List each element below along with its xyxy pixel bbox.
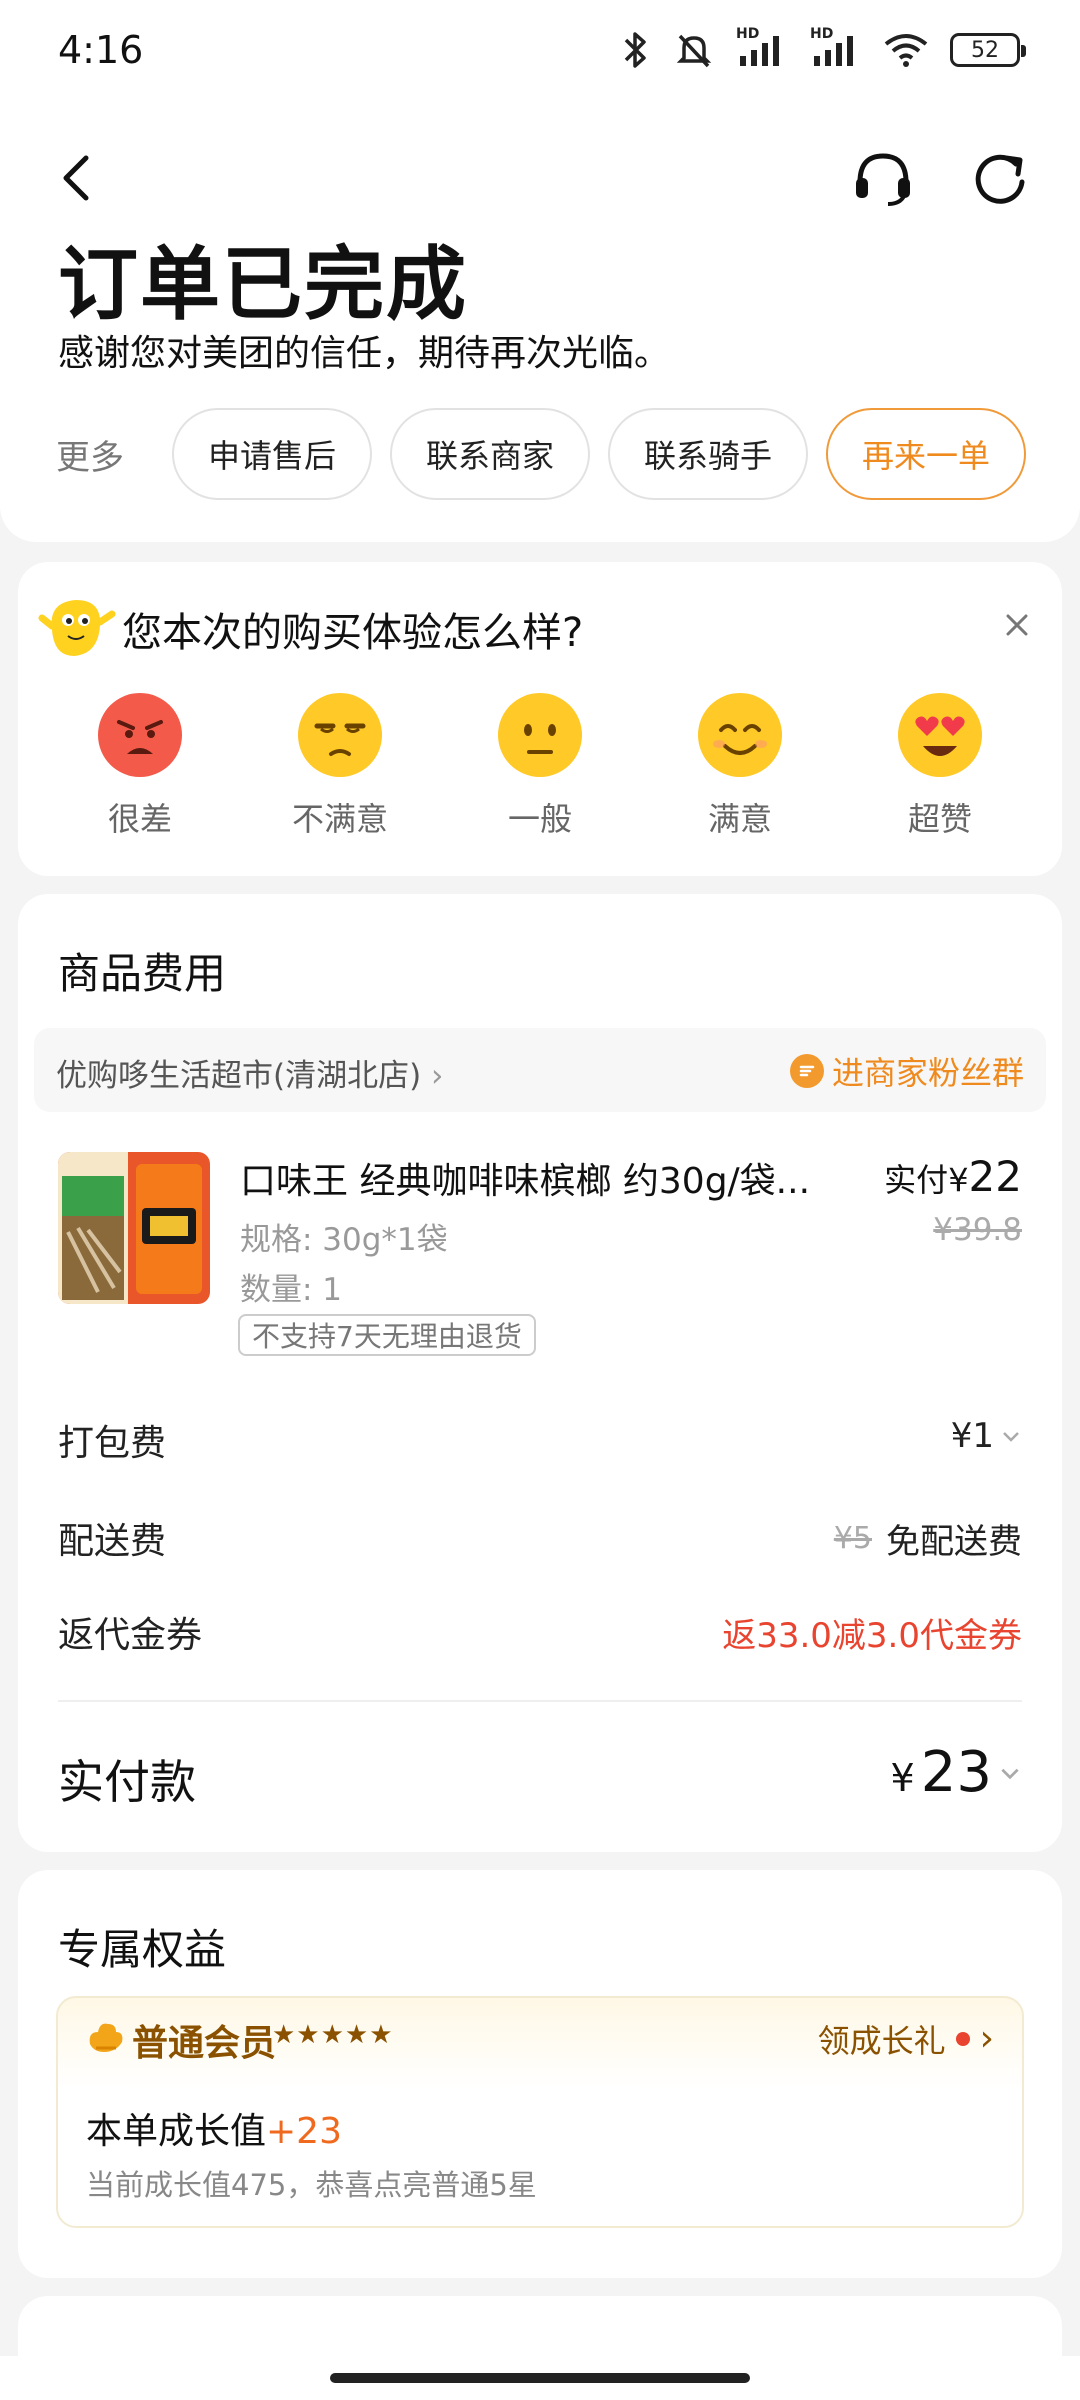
delivery-fee-label: 配送费 xyxy=(58,1521,167,1562)
bluetooth-icon xyxy=(624,32,646,68)
rating-options: 很差 不满意 一般 满意 超赞 xyxy=(18,692,1062,842)
rating-label: 超赞 xyxy=(907,800,972,838)
product-quantity: 数量: 1 xyxy=(240,1272,343,1308)
paid-currency: ¥ xyxy=(948,1161,969,1199)
growth-gift-label: 领成长礼 xyxy=(817,2022,946,2060)
rating-question: 您本次的购买体验怎么样? xyxy=(122,610,584,656)
chevron-right-icon: › xyxy=(431,1058,444,1094)
packing-fee-label: 打包费 xyxy=(58,1423,167,1464)
rating-label: 很差 xyxy=(107,800,172,838)
mascot-icon xyxy=(38,600,116,656)
rating-label: 不满意 xyxy=(291,800,388,838)
packing-fee-amount: ¥1 xyxy=(950,1416,994,1456)
member-box[interactable]: 普通会员 ★★★★★ 领成长礼 › 本单成长值+23 当前成长值475，恭喜点亮… xyxy=(56,1996,1024,2228)
member-stars: ★★★★★ xyxy=(272,2020,394,2050)
product-image[interactable] xyxy=(58,1152,210,1304)
signal-icon-2: HD xyxy=(810,26,862,70)
wifi-icon xyxy=(884,34,928,67)
bell-muted-icon xyxy=(676,34,712,68)
voucher-value: 返33.0减3.0代金券 xyxy=(722,1616,1022,1656)
close-icon[interactable] xyxy=(1004,612,1030,638)
divider xyxy=(58,1700,1022,1702)
chevron-down-icon xyxy=(1001,1768,1019,1779)
chevron-down-icon xyxy=(1003,1432,1019,1442)
no-return-tag: 不支持7天无理由退货 xyxy=(238,1314,536,1356)
page-title: 订单已完成 xyxy=(58,238,468,331)
actions-row: 更多 申请售后 联系商家 联系骑手 再来一单 xyxy=(0,408,1080,500)
rating-option-satisfied[interactable]: 满意 xyxy=(670,692,810,840)
delivery-fee-amount: 免配送费 xyxy=(886,1522,1022,1562)
status-icons: HD HD 52 xyxy=(618,26,1026,70)
more-button[interactable]: 更多 xyxy=(56,430,124,479)
goods-section-title: 商品费用 xyxy=(58,949,227,998)
home-indicator[interactable] xyxy=(330,2373,750,2383)
paid-prefix: 实付 xyxy=(884,1161,949,1199)
total-currency: ¥ xyxy=(890,1756,915,1800)
rating-label: 一般 xyxy=(507,800,572,838)
smiling-face-icon xyxy=(698,693,782,777)
voucher-label: 返代金券 xyxy=(58,1615,203,1656)
packing-fee-value[interactable]: ¥1 xyxy=(951,1416,1022,1456)
goods-card: 商品费用 优购哆生活超市(清湖北店) › 进商家粉丝群 口味王 经典咖啡味槟榔 … xyxy=(18,894,1062,1852)
member-crown-icon xyxy=(89,2023,123,2052)
heart-eyes-face-icon xyxy=(898,693,982,777)
rating-option-excellent[interactable]: 超赞 xyxy=(870,692,1010,840)
signal-icon-1: HD xyxy=(736,26,788,70)
notification-dot xyxy=(955,2032,970,2046)
contact-merchant-button[interactable]: 联系商家 xyxy=(390,408,590,500)
battery-icon: 52 xyxy=(950,33,1026,67)
benefits-section-title: 专属权益 xyxy=(58,1925,227,1974)
growth-description: 当前成长值475，恭喜点亮普通5星 xyxy=(86,2168,537,2202)
delivery-fee-original: ¥5 xyxy=(833,1521,872,1556)
growth-title: 本单成长值+23 xyxy=(86,2102,342,2154)
shop-name[interactable]: 优购哆生活超市(清湖北店) › xyxy=(56,1050,443,1095)
original-price: ¥39.8 xyxy=(933,1212,1022,1248)
battery-level: 52 xyxy=(971,37,999,63)
product-paid-price: 实付¥22 xyxy=(884,1152,1022,1201)
benefits-card: 专属权益 普通会员 ★★★★★ 领成长礼 › 本单成长值+23 当前成长值475… xyxy=(18,1870,1062,2278)
back-arrow-icon[interactable] xyxy=(56,152,96,204)
growth-plus: +23 xyxy=(266,2111,342,2152)
neutral-face-icon xyxy=(498,693,582,777)
rating-option-terrible[interactable]: 很差 xyxy=(70,692,210,840)
after-sales-button[interactable]: 申请售后 xyxy=(172,408,372,500)
status-time: 4:16 xyxy=(58,28,144,72)
shop-name-text: 优购哆生活超市(清湖北店) xyxy=(56,1058,422,1094)
total-label: 实付款 xyxy=(58,1755,196,1809)
rating-option-average[interactable]: 一般 xyxy=(470,692,610,840)
product-name[interactable]: 口味王 经典咖啡味槟榔 约30g/袋... xyxy=(240,1152,840,1204)
growth-gift-link[interactable]: 领成长礼 › xyxy=(818,2016,994,2062)
paid-amount: 22 xyxy=(968,1152,1022,1201)
rating-option-unsatisfied[interactable]: 不满意 xyxy=(270,692,410,840)
rating-card: 您本次的购买体验怎么样? 很差 不满意 一般 满意 超赞 xyxy=(18,562,1062,876)
total-value[interactable]: ¥ 23 xyxy=(891,1740,1022,1805)
chat-bubble-icon xyxy=(789,1054,824,1088)
rating-label: 满意 xyxy=(707,800,772,838)
chevron-right-icon: › xyxy=(979,2018,994,2059)
delivery-fee-value: ¥5 免配送费 xyxy=(834,1514,1022,1563)
customer-service-icon[interactable] xyxy=(852,150,914,208)
member-level: 普通会员 xyxy=(132,2023,277,2064)
page-subtitle: 感谢您对美团的信任，期待再次光临。 xyxy=(58,333,671,374)
product-spec: 规格: 30g*1袋 xyxy=(240,1222,448,1258)
unamused-face-icon xyxy=(298,693,382,777)
angry-face-icon xyxy=(98,693,182,777)
refresh-icon[interactable] xyxy=(970,150,1030,210)
growth-title-text: 本单成长值 xyxy=(86,2111,267,2152)
contact-rider-button[interactable]: 联系骑手 xyxy=(608,408,808,500)
total-amount: 23 xyxy=(920,1740,992,1805)
status-bar: 4:16 HD HD 52 xyxy=(0,0,1080,110)
reorder-button[interactable]: 再来一单 xyxy=(826,408,1026,500)
fans-group-label: 进商家粉丝群 xyxy=(831,1054,1024,1092)
fans-group-link[interactable]: 进商家粉丝群 xyxy=(789,1048,1024,1094)
shop-bar[interactable]: 优购哆生活超市(清湖北店) › 进商家粉丝群 xyxy=(34,1028,1046,1112)
